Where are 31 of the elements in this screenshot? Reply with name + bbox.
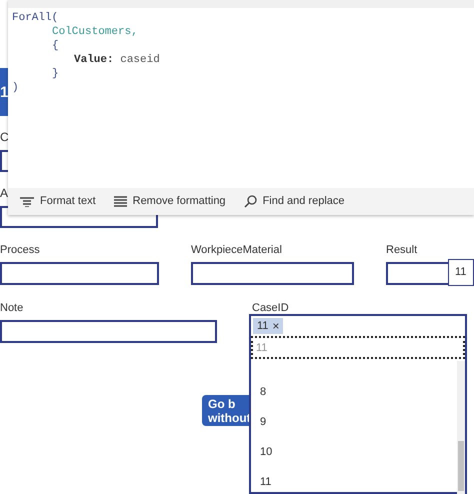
code-line: ColCustomers, — [52, 25, 138, 38]
combo-box[interactable]: 11 × 11 — [249, 314, 467, 361]
code-line: ForAll( — [12, 11, 58, 24]
selected-chip: 11 × — [253, 318, 284, 334]
input-field[interactable] — [191, 262, 354, 285]
scrollbar[interactable] — [457, 361, 465, 494]
input-field[interactable] — [0, 320, 217, 343]
field-label: CaseID — [252, 301, 290, 315]
field-label: Result — [386, 243, 418, 257]
toolbar-button[interactable]: Find and replace — [244, 193, 345, 210]
input-field[interactable] — [0, 262, 159, 285]
remove-chip-button[interactable]: × — [272, 317, 280, 335]
toolbar-button[interactable]: Remove formatting — [114, 193, 226, 210]
search-icon — [244, 195, 257, 208]
field-label: WorkpieceMaterial — [191, 243, 283, 257]
dropdown-option[interactable]: 10 — [251, 437, 457, 467]
input-field[interactable]: 11 — [386, 262, 474, 285]
format-text-icon — [20, 196, 34, 206]
field-label: Process — [0, 243, 41, 257]
header-text: 1 — [0, 84, 8, 100]
field-label: Note — [0, 301, 24, 315]
lines-icon — [114, 196, 127, 207]
code-line: ) — [12, 81, 19, 94]
dropdown-option[interactable]: 11 — [251, 467, 457, 494]
code-line: Value: caseid — [74, 53, 160, 66]
code-line: } — [52, 67, 59, 80]
value-tooltip: 11 — [448, 259, 474, 286]
search-field[interactable]: 11 — [251, 336, 465, 359]
code-line: { — [52, 39, 59, 52]
field-label: C — [0, 130, 10, 144]
toolbar-button[interactable]: Format text — [20, 193, 96, 210]
